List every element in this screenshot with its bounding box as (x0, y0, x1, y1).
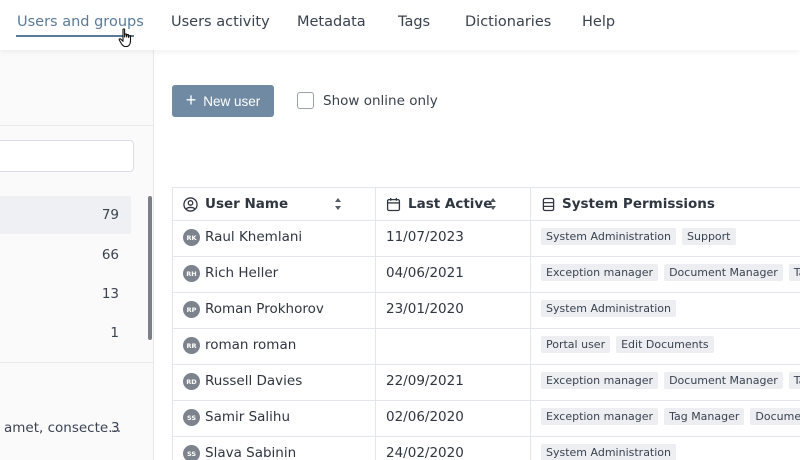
permission-badge: Document M (750, 408, 800, 425)
permission-badge: Exception manager (541, 264, 659, 281)
permission-badge: Support (682, 228, 736, 245)
table-row[interactable]: RD Russell Davies 22/09/2021 Exception m… (173, 365, 800, 401)
last-active-date: 22/09/2021 (386, 373, 464, 389)
top-navigation: Users and groups Users activity Metadata… (0, 0, 800, 50)
avatar: RK (183, 229, 200, 246)
group-list-item[interactable]: 1 (0, 314, 131, 352)
table-row[interactable]: SS Slava Sabinin 24/02/2020 System Admin… (173, 437, 800, 460)
user-name: Slava Sabinin (205, 445, 297, 460)
column-header-user-name[interactable]: User Name (183, 188, 288, 220)
permission-badges: System Administration Support (541, 228, 736, 245)
last-active-date: 23/01/2020 (386, 301, 464, 317)
permission-badge: System Administration (541, 228, 677, 245)
group-count: 1 (110, 325, 119, 341)
avatar: SS (183, 409, 200, 426)
show-online-toggle[interactable]: Show online only (297, 92, 438, 109)
permission-badges: System Administration (541, 300, 677, 317)
user-name-header-label: User Name (205, 196, 289, 212)
user-name: Russell Davies (205, 373, 303, 389)
user-name: Samir Salihu (205, 409, 291, 425)
permission-badge: Exception manager (541, 408, 659, 425)
permission-badge: Portal user (541, 336, 611, 353)
user-name: Raul Khemlani (205, 229, 303, 245)
database-icon (542, 197, 555, 211)
column-header-system-permissions[interactable]: System Permissions (542, 188, 715, 220)
group-count: 66 (101, 247, 119, 263)
permission-badges: Portal user Edit Documents (541, 336, 714, 353)
permission-badges: System Administration (541, 444, 677, 460)
show-online-label: Show online only (323, 92, 438, 109)
permission-badge: Document Manager (664, 372, 783, 389)
table-row[interactable]: RR roman roman Portal user Edit Document… (173, 329, 800, 365)
sort-icon[interactable] (334, 197, 342, 211)
user-name: Rich Heller (205, 265, 279, 281)
hand-pointer-cursor-icon (118, 28, 132, 48)
table-row[interactable]: RP Roman Prokhorov 23/01/2020 System Adm… (173, 293, 800, 329)
last-active-date: 11/07/2023 (386, 229, 464, 245)
permission-badge: System Administration (541, 444, 677, 460)
users-table: User Name Last Active System Permissions (172, 187, 800, 460)
table-row[interactable]: RK Raul Khemlani 11/07/2023 System Admin… (173, 221, 800, 257)
avatar: SS (183, 445, 200, 460)
table-row[interactable]: SS Samir Salihu 02/06/2020 Exception man… (173, 401, 800, 437)
group-count: 13 (101, 286, 119, 302)
group-count: 79 (101, 207, 119, 223)
permission-badge: Tag M (788, 372, 800, 389)
permission-badge: Tag M (788, 264, 800, 281)
group-item-count: 3 (111, 420, 120, 436)
group-search-input[interactable] (0, 140, 134, 172)
divider (0, 362, 153, 363)
avatar: RH (183, 265, 200, 282)
permission-badge: System Administration (541, 300, 677, 317)
avatar: RR (183, 337, 200, 354)
last-active-date: 24/02/2020 (386, 445, 464, 460)
permission-badge: Tag Manager (664, 408, 745, 425)
permission-badges: Exception manager Document Manager Tag M (541, 264, 800, 281)
tab-dictionaries[interactable]: Dictionaries (465, 14, 551, 30)
permission-badges: Exception manager Document Manager Tag M (541, 372, 800, 389)
permission-badge: Exception manager (541, 372, 659, 389)
tab-metadata[interactable]: Metadata (297, 14, 366, 30)
group-list-scrollbar[interactable] (148, 196, 152, 340)
group-list-item[interactable]: 13 (0, 275, 131, 313)
user-name: Roman Prokhorov (205, 301, 324, 317)
avatar: RP (183, 301, 200, 318)
group-list-item[interactable]: 66 (0, 236, 131, 274)
tab-help[interactable]: Help (582, 14, 615, 30)
last-active-date: 04/06/2021 (386, 265, 464, 281)
calendar-icon (386, 197, 401, 211)
permission-badges: Exception manager Tag Manager Document M (541, 408, 800, 425)
permissions-header-label: System Permissions (562, 196, 715, 212)
permission-badge: Document Manager (664, 264, 783, 281)
active-tab-indicator (16, 35, 134, 37)
group-list-item[interactable]: 79 (0, 196, 131, 234)
table-row[interactable]: RH Rich Heller 04/06/2021 Exception mana… (173, 257, 800, 293)
avatar: RD (183, 373, 200, 390)
plus-icon: + (185, 90, 197, 110)
sort-icon[interactable] (489, 197, 497, 211)
user-circle-icon (183, 196, 198, 212)
group-item-label: amet, consecte... (4, 420, 122, 436)
column-header-last-active[interactable]: Last Active (386, 188, 492, 220)
user-name: roman roman (205, 337, 297, 353)
show-online-checkbox[interactable] (297, 92, 314, 109)
divider (0, 125, 153, 126)
tab-users-activity[interactable]: Users activity (171, 14, 270, 30)
last-active-date: 02/06/2020 (386, 409, 464, 425)
permission-badge: Edit Documents (616, 336, 714, 353)
table-header: User Name Last Active System Permissions (173, 188, 800, 221)
new-user-label: New user (203, 93, 261, 109)
left-panel: 79 66 13 1 amet, consecte... 3 (0, 50, 154, 460)
tab-tags[interactable]: Tags (398, 14, 430, 30)
last-active-header-label: Last Active (408, 196, 493, 212)
new-user-button[interactable]: + New user (172, 85, 274, 117)
